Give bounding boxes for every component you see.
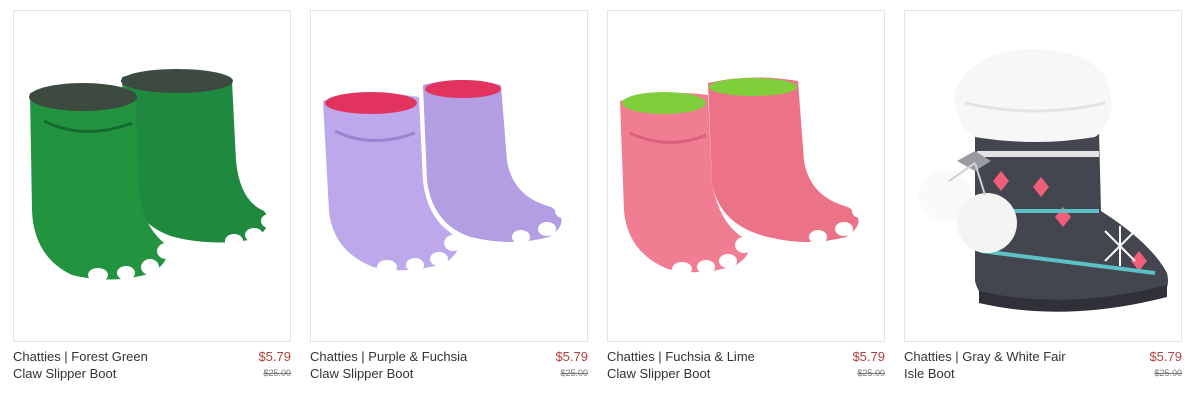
sale-price: $5.79 bbox=[852, 349, 885, 364]
product-name-line1: Chatties | Gray & White Fair bbox=[904, 349, 1066, 364]
product-name-line2: Isle Boot bbox=[904, 366, 955, 381]
original-price: $25.00 bbox=[560, 368, 588, 378]
product-grid: Chatties | Forest Green Claw Slipper Boo… bbox=[0, 0, 1204, 412]
product-name[interactable]: Chatties | Forest Green Claw Slipper Boo… bbox=[13, 348, 213, 382]
green-claw-slipper-image bbox=[29, 69, 277, 282]
sale-price: $5.79 bbox=[1149, 349, 1182, 364]
product-name[interactable]: Chatties | Purple & Fuchsia Claw Slipper… bbox=[310, 348, 510, 382]
original-price: $25.00 bbox=[857, 368, 885, 378]
product-name[interactable]: Chatties | Gray & White Fair Isle Boot bbox=[904, 348, 1104, 382]
product-name[interactable]: Chatties | Fuchsia & Lime Claw Slipper B… bbox=[607, 348, 807, 382]
product-image[interactable] bbox=[13, 10, 291, 342]
product-image[interactable] bbox=[904, 10, 1182, 342]
product-card[interactable]: Chatties | Gray & White Fair Isle Boot $… bbox=[904, 10, 1182, 388]
product-name-line2: Claw Slipper Boot bbox=[607, 366, 711, 381]
product-image[interactable] bbox=[310, 10, 588, 342]
product-image[interactable] bbox=[607, 10, 885, 342]
product-name-line1: Chatties | Forest Green bbox=[13, 349, 148, 364]
sale-price: $5.79 bbox=[555, 349, 588, 364]
product-name-line1: Chatties | Fuchsia & Lime bbox=[607, 349, 755, 364]
pink-claw-slipper-image bbox=[620, 77, 868, 276]
product-name-line2: Claw Slipper Boot bbox=[13, 366, 117, 381]
product-card[interactable]: Chatties | Forest Green Claw Slipper Boo… bbox=[13, 10, 291, 388]
sale-price: $5.79 bbox=[258, 349, 291, 364]
purple-claw-slipper-image bbox=[323, 80, 571, 274]
original-price: $25.00 bbox=[1154, 368, 1182, 378]
product-card[interactable]: Chatties | Purple & Fuchsia Claw Slipper… bbox=[310, 10, 588, 388]
fair-isle-boot-image bbox=[919, 49, 1169, 312]
original-price: $25.00 bbox=[263, 368, 291, 378]
product-name-line2: Claw Slipper Boot bbox=[310, 366, 414, 381]
product-name-line1: Chatties | Purple & Fuchsia bbox=[310, 349, 468, 364]
product-card[interactable]: Chatties | Fuchsia & Lime Claw Slipper B… bbox=[607, 10, 885, 388]
